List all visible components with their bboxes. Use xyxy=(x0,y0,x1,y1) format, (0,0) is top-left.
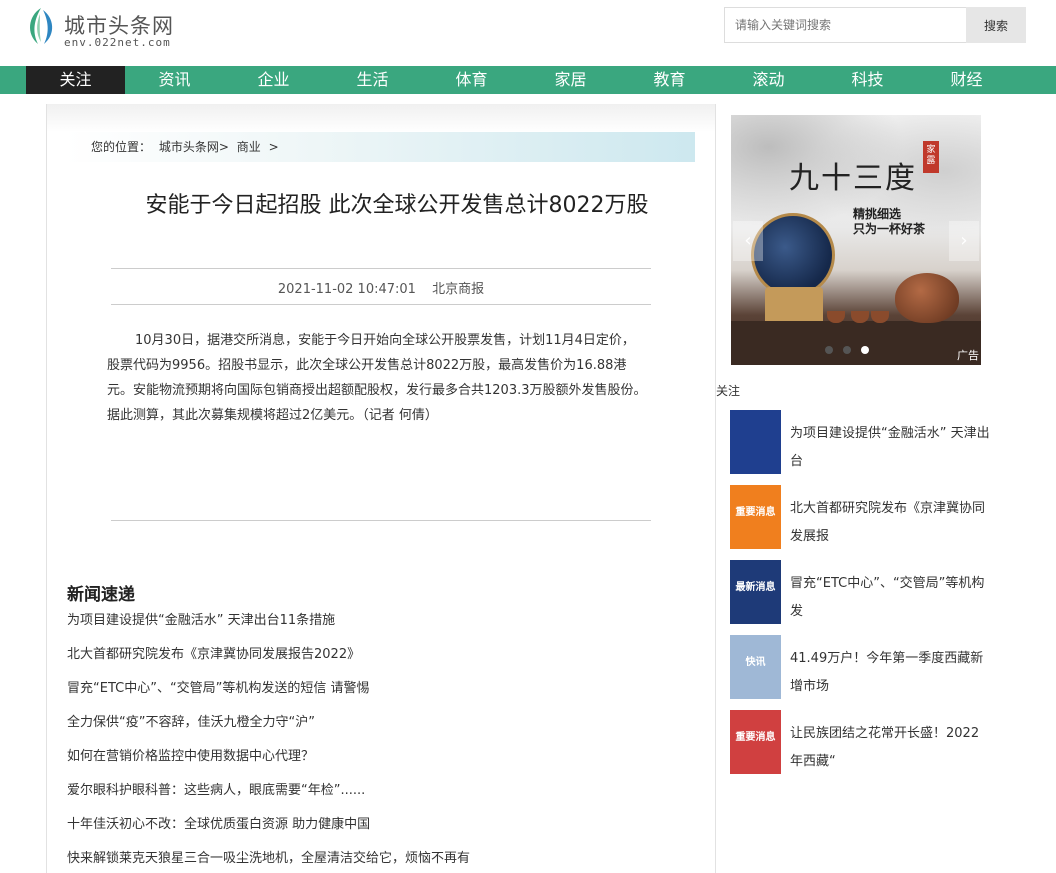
news-link[interactable]: 如何在营销价格监控中使用数据中心代理？ xyxy=(67,744,687,778)
search-button[interactable]: 搜索 xyxy=(966,7,1026,43)
ad-label: 广告 xyxy=(957,349,979,362)
thumbnail-image[interactable]: 最新消息 xyxy=(730,560,781,624)
thumbnail-label: 快讯 xyxy=(745,657,766,668)
banner-title: 九十三度 xyxy=(789,161,917,196)
tea-cake-image xyxy=(751,213,835,297)
news-link[interactable]: 为项目建设提供“金融活水” 天津出台11条措施 xyxy=(67,608,687,642)
news-link[interactable]: 十年佳沃初心不改：全球优质蛋白资源 助力健康中国 xyxy=(67,812,687,846)
thumbnail-image[interactable]: 快讯 xyxy=(730,635,781,699)
news-link[interactable]: 爱尔眼科护眼科普：这些病人，眼底需要“年检”...... xyxy=(67,778,687,812)
sidebar-item-title[interactable]: 冒充“ETC中心”、“交管局”等机构发 xyxy=(790,570,990,626)
news-list: 为项目建设提供“金融活水” 天津出台11条措施 北大首都研究院发布《京津冀协同发… xyxy=(67,608,687,873)
nav-item-jiaju[interactable]: 家居 xyxy=(521,66,620,94)
nav-item-tiyu[interactable]: 体育 xyxy=(422,66,521,94)
thumbnail-image[interactable]: 重要消息 xyxy=(730,710,781,774)
breadcrumb: 您的位置： 城市头条网> 商业 > xyxy=(65,132,695,162)
nav-item-guanzhu[interactable]: 关注 xyxy=(26,66,125,94)
thumbnail-image[interactable]: 重要消息 xyxy=(730,485,781,549)
sidebar-item[interactable]: 最新消息 冒充“ETC中心”、“交管局”等机构发 xyxy=(730,560,1000,635)
article-source: 北京商报 xyxy=(432,282,485,297)
nav-item-shenghuo[interactable]: 生活 xyxy=(323,66,422,94)
sidebar-item[interactable]: 为项目建设提供“金融活水” 天津出台 xyxy=(730,410,1000,485)
slide-dot-active[interactable] xyxy=(861,346,869,354)
ad-banner[interactable]: 九十三度 家露 精挑细选 只为一杯好茶 ‹ › 广告 xyxy=(731,115,981,365)
sidebar-item[interactable]: 快讯 41.49万户！今年第一季度西藏新增市场 xyxy=(730,635,1000,710)
thumbnail-label: 最新消息 xyxy=(735,582,776,593)
top-shadow xyxy=(47,104,715,132)
sidebar-item-title[interactable]: 让民族团结之花常开长盛！2022年西藏“ xyxy=(790,720,990,776)
nav-item-caijing[interactable]: 财经 xyxy=(917,66,1016,94)
breadcrumb-category[interactable]: 商业 xyxy=(237,140,261,154)
banner-slogan: 精挑细选 只为一杯好茶 xyxy=(853,207,925,237)
thumbnail-label: 重要消息 xyxy=(735,732,776,743)
sidebar-item[interactable]: 重要消息 让民族团结之花常开长盛！2022年西藏“ xyxy=(730,710,1000,785)
sidebar-list: 为项目建设提供“金融活水” 天津出台 重要消息 北大首都研究院发布《京津冀协同发… xyxy=(730,410,1000,785)
news-link[interactable]: 北大首都研究院发布《京津冀协同发展报告2022》 xyxy=(67,642,687,676)
teapot-image xyxy=(895,273,959,323)
article-datetime: 2021-11-02 10:47:01 xyxy=(277,282,416,297)
divider xyxy=(111,304,651,305)
nav-item-qiye[interactable]: 企业 xyxy=(224,66,323,94)
nav-item-zixun[interactable]: 资讯 xyxy=(125,66,224,94)
chevron-left-icon[interactable]: ‹ xyxy=(733,221,763,261)
tea-stand-image xyxy=(765,287,823,323)
thumbnail-image[interactable] xyxy=(730,410,781,474)
breadcrumb-home[interactable]: 城市头条网> xyxy=(159,140,229,154)
breadcrumb-separator: > xyxy=(268,140,279,154)
divider xyxy=(111,268,651,269)
slide-indicator xyxy=(825,339,879,354)
sidebar-item-title[interactable]: 为项目建设提供“金融活水” 天津出台 xyxy=(790,420,990,476)
search-input[interactable] xyxy=(724,7,966,43)
news-section-heading: 新闻速递 xyxy=(67,585,135,605)
article-title: 安能于今日起招股 此次全球公开发售总计8022万股 xyxy=(145,193,649,218)
thumbnail-label: 重要消息 xyxy=(735,507,776,518)
news-link[interactable]: 冒充“ETC中心”、“交管局”等机构发送的短信 请警惕 xyxy=(67,676,687,710)
site-logo[interactable]: 城市头条网 env.022net.com xyxy=(24,6,194,50)
nav-item-gundong[interactable]: 滚动 xyxy=(719,66,818,94)
sidebar-item[interactable]: 重要消息 北大首都研究院发布《京津冀协同发展报 xyxy=(730,485,1000,560)
site-url: env.022net.com xyxy=(64,36,171,49)
news-link[interactable]: 全力保供“疫”不容辞，佳沃九橙全力守“沪” xyxy=(67,710,687,744)
sidebar-item-title[interactable]: 北大首都研究院发布《京津冀协同发展报 xyxy=(790,495,990,551)
breadcrumb-prefix: 您的位置： xyxy=(91,140,152,154)
leaf-logo-icon xyxy=(30,8,53,44)
banner-slogan-line1: 精挑细选 xyxy=(853,207,902,221)
slide-dot[interactable] xyxy=(825,346,833,354)
banner-slogan-line2: 只为一杯好茶 xyxy=(853,222,926,236)
nav-item-keji[interactable]: 科技 xyxy=(818,66,917,94)
divider xyxy=(111,520,651,521)
sidebar-item-title[interactable]: 41.49万户！今年第一季度西藏新增市场 xyxy=(790,645,990,701)
site-header: 城市头条网 env.022net.com 搜索 xyxy=(0,0,1056,66)
banner-seal: 家露 xyxy=(923,141,939,173)
sidebar-heading: 关注 xyxy=(716,384,741,398)
article-column: 您的位置： 城市头条网> 商业 > 安能于今日起招股 此次全球公开发售总计802… xyxy=(46,104,716,873)
main-nav: 关注 资讯 企业 生活 体育 家居 教育 滚动 科技 财经 xyxy=(0,66,1056,94)
nav-item-jiaoyu[interactable]: 教育 xyxy=(620,66,719,94)
chevron-right-icon[interactable]: › xyxy=(949,221,979,261)
article-meta: 2021-11-02 10:47:01 北京商报 xyxy=(111,278,651,297)
news-link[interactable]: 快来解锁莱克天狼星三合一吸尘洗地机，全屋清洁交给它，烦恼不再有 xyxy=(67,846,687,873)
slide-dot[interactable] xyxy=(843,346,851,354)
article-body: 10月30日，据港交所消息，安能于今日开始向全球公开股票发售，计划11月4日定价… xyxy=(107,333,647,423)
